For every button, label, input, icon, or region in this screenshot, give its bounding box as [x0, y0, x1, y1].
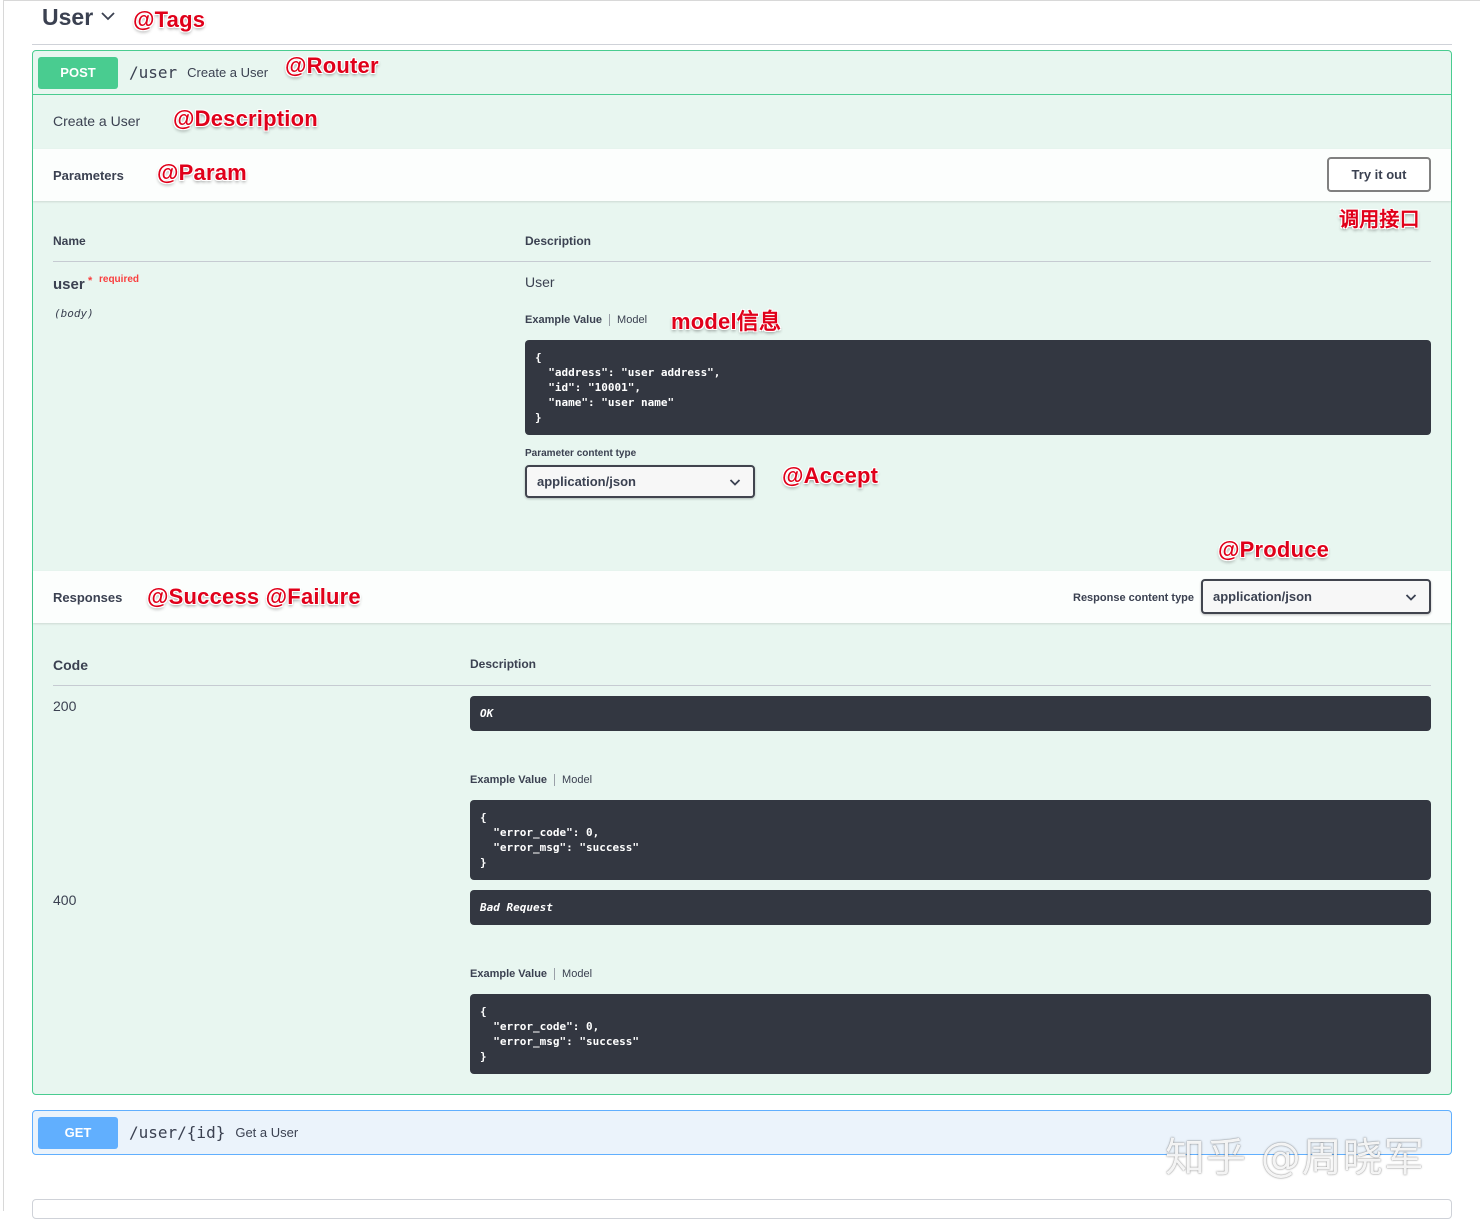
op-path: /user [129, 63, 178, 82]
param-col-description: Description [525, 234, 592, 248]
method-badge-get: GET [38, 1116, 118, 1149]
param-content-type-select[interactable]: application/json [525, 465, 755, 498]
tab-example-value[interactable]: Example Value [470, 968, 556, 980]
resp-header-divider [53, 685, 1431, 686]
chevron-down-icon [729, 478, 741, 486]
left-border [0, 0, 4, 1211]
annotation-tags: @Tags [133, 7, 206, 32]
annotation-accept: @Accept [782, 463, 879, 488]
response-content-type-label: Response content type [1073, 592, 1195, 604]
response-code: 200 [53, 698, 77, 714]
required-label: required [99, 274, 140, 285]
param-col-name: Name [53, 234, 86, 248]
annotation-param: @Param [157, 160, 247, 185]
responses-title: Responses [53, 589, 123, 605]
response-example-code: { "error_code": 0, "error_msg": "success… [470, 994, 1431, 1074]
resp-col-code: Code [53, 657, 88, 673]
response-description: Bad Request [470, 890, 1431, 925]
op-summary-post[interactable]: POST /user Create a User [33, 51, 1451, 95]
response-description: OK [470, 696, 1431, 731]
resp-col-description: Description [470, 657, 537, 671]
annotation-success-failure: @Success @Failure [147, 584, 361, 609]
op-summary-text: Create a User [187, 65, 269, 80]
tag-title: User [42, 3, 94, 30]
param-content-type-label: Parameter content type [525, 448, 637, 459]
param-name: user [53, 276, 85, 293]
required-star: * [88, 275, 93, 287]
tag-header-user[interactable]: User [32, 0, 1452, 45]
response-content-type-select[interactable]: application/json [1201, 579, 1431, 614]
method-badge-post: POST [38, 56, 118, 89]
op-description: Create a User [53, 113, 141, 129]
param-location: (body) [54, 307, 94, 320]
annotation-model-info: model信息 [671, 309, 782, 334]
tab-model[interactable]: Model [555, 774, 592, 786]
annotation-description: @Description [173, 106, 318, 131]
response-code: 400 [53, 892, 77, 908]
next-opblock[interactable] [32, 1199, 1452, 1219]
op-summary-text: Get a User [235, 1125, 299, 1140]
response-example-tabs: Example Value Model [470, 774, 592, 786]
opblock-post-user: POST /user Create a User Create a User P… [32, 50, 1452, 1095]
parameters-title: Parameters [53, 167, 124, 183]
tab-model[interactable]: Model [610, 314, 647, 326]
param-type: User [525, 274, 555, 290]
watermark: 知乎 @周晓军 [1165, 1135, 1425, 1181]
annotation-router: @Router [285, 53, 379, 78]
tab-example-value[interactable]: Example Value [525, 314, 611, 326]
response-example-code: { "error_code": 0, "error_msg": "success… [470, 800, 1431, 880]
chevron-down-icon [1405, 593, 1417, 601]
tab-example-value[interactable]: Example Value [470, 774, 556, 786]
op-path: /user/{id} [129, 1123, 226, 1142]
annotation-try-api: 调用接口 [1339, 209, 1420, 231]
param-content-type-value: application/json [537, 474, 636, 489]
try-it-out-button[interactable]: Try it out [1327, 157, 1431, 192]
param-example-code: { "address": "user address", "id": "1000… [525, 340, 1431, 435]
response-example-tabs: Example Value Model [470, 968, 592, 980]
tab-model[interactable]: Model [555, 968, 592, 980]
response-content-type-value: application/json [1213, 589, 1312, 604]
chevron-down-icon[interactable] [101, 9, 115, 23]
param-example-tabs: Example Value Model [525, 314, 647, 326]
annotation-produce: @Produce [1218, 537, 1330, 562]
param-header-divider [53, 261, 1431, 262]
